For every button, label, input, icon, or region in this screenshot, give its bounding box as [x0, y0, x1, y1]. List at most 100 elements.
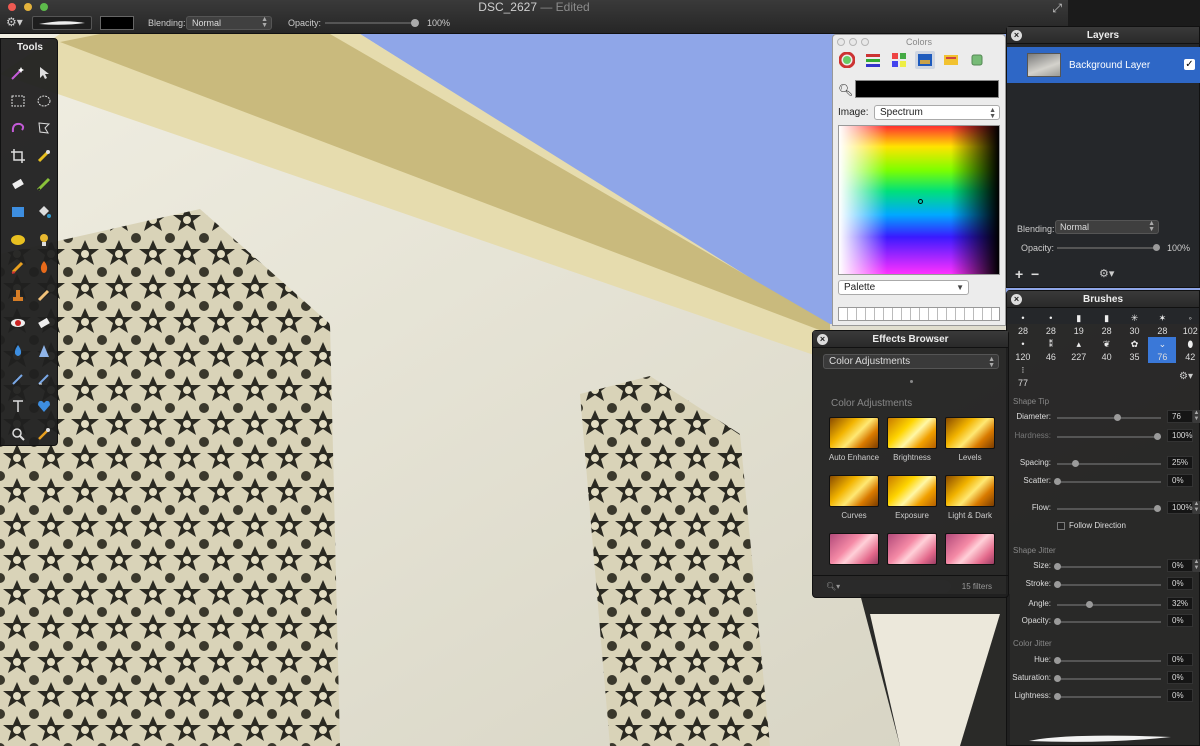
gear-icon[interactable]: ⚙▾: [6, 15, 23, 30]
brush-preset[interactable]: ✶ 28: [1148, 311, 1176, 337]
brush-param-slider[interactable]: [1057, 460, 1161, 467]
brush-param-value-field[interactable]: 0%: [1167, 671, 1193, 684]
brush-param-value-field[interactable]: 0%: [1167, 577, 1193, 590]
custom-swatch-row[interactable]: [838, 307, 1000, 321]
brush-param-slider[interactable]: [1054, 618, 1161, 625]
layer-row[interactable]: Background Layer ✓: [1007, 47, 1200, 83]
red-eye-tool[interactable]: [5, 309, 31, 337]
brush-param-value-field[interactable]: 25%: [1167, 456, 1193, 469]
opacity-slider[interactable]: [325, 19, 419, 27]
eyedropper-tool[interactable]: [31, 142, 57, 170]
fullscreen-icon[interactable]: ⤢: [1052, 1, 1062, 16]
layers-close-icon[interactable]: ×: [1011, 30, 1022, 41]
color-custom-tab[interactable]: [967, 51, 987, 69]
slider-knob[interactable]: [1154, 433, 1161, 440]
brush-preview-button[interactable]: [32, 16, 92, 30]
slider-knob[interactable]: [1054, 478, 1061, 485]
burn-tool[interactable]: [31, 254, 57, 282]
brush-preset[interactable]: ▴ 227: [1065, 337, 1093, 363]
brush-preset[interactable]: ⁑ 46: [1037, 337, 1065, 363]
brush-preset[interactable]: ✿ 35: [1121, 337, 1149, 363]
brush-preset[interactable]: ◦ 102: [1176, 311, 1200, 337]
sharpen-tool[interactable]: [31, 337, 57, 365]
color-picker-tool[interactable]: [31, 420, 57, 448]
rectangle-tool[interactable]: [5, 198, 31, 226]
stepper-icon[interactable]: ▲ ▼: [1193, 501, 1200, 514]
brush-preset[interactable]: ▮ 19: [1065, 311, 1093, 337]
brush-param-value-field[interactable]: 0%: [1167, 559, 1193, 572]
pencil-tool[interactable]: [31, 281, 57, 309]
colors-minimize-button[interactable]: [849, 38, 857, 46]
stepper-icon[interactable]: ▲ ▼: [1193, 410, 1200, 423]
effect-item[interactable]: Exposure: [883, 475, 941, 533]
slider-knob[interactable]: [1054, 618, 1061, 625]
brush-param-value-field[interactable]: 0%: [1167, 474, 1193, 487]
pen-tool[interactable]: [5, 365, 31, 393]
effect-item[interactable]: Auto Enhance: [825, 417, 883, 475]
brush-param-value-field[interactable]: 0%: [1167, 614, 1193, 627]
remove-layer-icon[interactable]: −: [1031, 266, 1039, 282]
effect-item[interactable]: Levels: [941, 417, 999, 475]
colors-zoom-button[interactable]: [861, 38, 869, 46]
brush-preset[interactable]: ❦ 40: [1093, 337, 1121, 363]
drop-tool[interactable]: [5, 337, 31, 365]
smudge-tool[interactable]: [5, 254, 31, 282]
color-wheel-tab[interactable]: [837, 51, 857, 69]
brush-param-slider[interactable]: [1054, 675, 1161, 682]
clone-stamp-tool[interactable]: [31, 226, 57, 254]
pen-edit-tool[interactable]: [31, 365, 57, 393]
opacity-slider-knob[interactable]: [411, 19, 419, 27]
slider-knob[interactable]: [1054, 657, 1061, 664]
ellipse-select-tool[interactable]: [31, 87, 57, 115]
brush-param-slider[interactable]: [1054, 693, 1161, 700]
slider-knob[interactable]: [1054, 581, 1061, 588]
shape-heart-tool[interactable]: [31, 393, 57, 421]
slider-knob[interactable]: [1072, 460, 1079, 467]
brush-preset[interactable]: ▮ 28: [1093, 311, 1121, 337]
brush-param-slider[interactable]: [1054, 581, 1161, 588]
eraser-2-tool[interactable]: [31, 309, 57, 337]
color-sliders-tab[interactable]: [863, 51, 883, 69]
effects-category-select[interactable]: Color Adjustments ▲ ▼: [823, 354, 999, 369]
brush-tool[interactable]: [31, 170, 57, 198]
layer-opacity-knob[interactable]: [1153, 244, 1160, 251]
image-select[interactable]: Spectrum ▲ ▼: [874, 105, 1000, 120]
color-image-tab[interactable]: [915, 51, 935, 69]
brush-param-slider[interactable]: [1057, 505, 1161, 512]
slider-knob[interactable]: [1054, 693, 1061, 700]
brush-param-value-field[interactable]: 100%: [1167, 501, 1193, 514]
brush-preset[interactable]: ⬮ 42: [1176, 337, 1200, 363]
brush-param-slider[interactable]: [1057, 433, 1161, 440]
slider-knob[interactable]: [1054, 563, 1061, 570]
effects-search-field[interactable]: 🔍︎▾: [821, 580, 951, 593]
add-layer-icon[interactable]: +: [1015, 266, 1023, 282]
stepper-icon[interactable]: ▲ ▼: [1193, 559, 1200, 572]
blending-select[interactable]: Normal ▲ ▼: [186, 16, 272, 30]
slider-knob[interactable]: [1114, 414, 1121, 421]
brush-param-value-field[interactable]: 76: [1167, 410, 1193, 423]
brush-preset[interactable]: ✳ 30: [1121, 311, 1149, 337]
color-spectrum[interactable]: [838, 125, 1000, 275]
gear-icon[interactable]: ⚙▾: [1099, 267, 1114, 280]
slider-knob[interactable]: [1154, 505, 1161, 512]
zoom-tool[interactable]: [5, 420, 31, 448]
magic-wand-tool[interactable]: [5, 59, 31, 87]
brush-param-value-field[interactable]: 0%: [1167, 689, 1193, 702]
effect-item[interactable]: Light & Dark: [941, 475, 999, 533]
layer-opacity-slider[interactable]: [1057, 244, 1160, 251]
brush-param-slider[interactable]: [1054, 563, 1161, 570]
current-color-swatch[interactable]: [100, 16, 134, 30]
effect-item[interactable]: Curves: [825, 475, 883, 533]
follow-direction-option[interactable]: Follow Direction: [1057, 521, 1126, 530]
color-palettes-tab[interactable]: [889, 51, 909, 69]
brush-preset[interactable]: • 28: [1037, 311, 1065, 337]
brush-param-slider[interactable]: [1054, 478, 1161, 485]
brush-param-slider[interactable]: [1057, 601, 1161, 608]
brush-preset[interactable]: • 28: [1009, 311, 1037, 337]
follow-direction-checkbox[interactable]: [1057, 521, 1065, 530]
crop-tool[interactable]: [5, 142, 31, 170]
brush-param-value-field[interactable]: 100%: [1167, 429, 1193, 442]
stamp-tool[interactable]: [5, 281, 31, 309]
colors-close-button[interactable]: [837, 38, 845, 46]
effects-close-icon[interactable]: ×: [817, 334, 828, 345]
